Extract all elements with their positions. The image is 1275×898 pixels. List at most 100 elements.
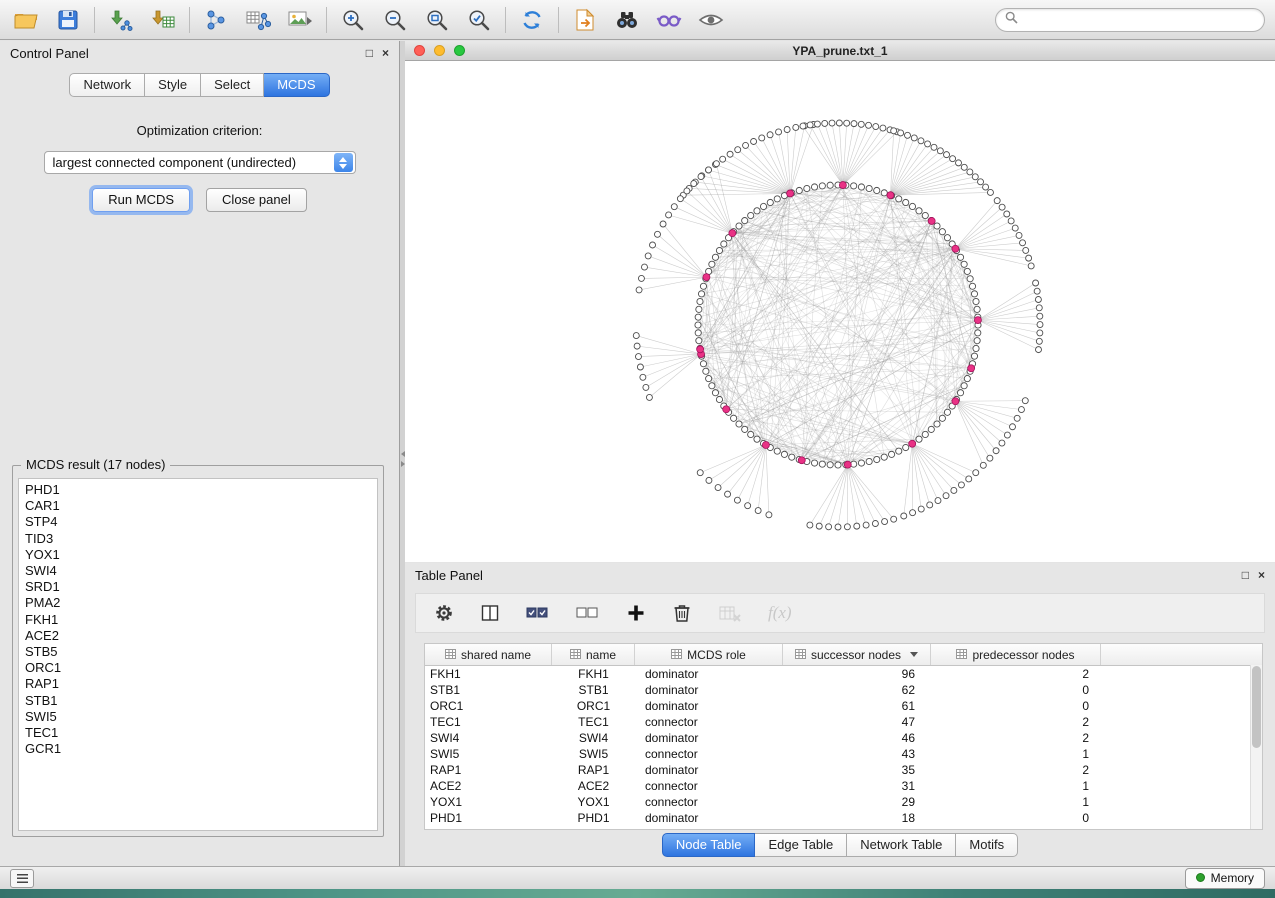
column-header-predecessor-nodes[interactable]: predecessor nodes bbox=[931, 644, 1101, 665]
function-builder-button[interactable]: f(x) bbox=[768, 603, 792, 623]
column-header-name[interactable]: name bbox=[552, 644, 635, 665]
column-header-MCDS-role[interactable]: MCDS role bbox=[635, 644, 783, 665]
table-row[interactable]: SWI4SWI4dominator462 bbox=[425, 730, 1262, 746]
close-panel-button[interactable]: Close panel bbox=[206, 188, 307, 212]
table-cell: ORC1 bbox=[552, 699, 635, 713]
memory-status-icon bbox=[1196, 873, 1205, 882]
search-input[interactable] bbox=[1024, 11, 1255, 28]
refresh-icon bbox=[520, 8, 544, 32]
tab-network-table[interactable]: Network Table bbox=[847, 833, 956, 857]
tab-node-table[interactable]: Node Table bbox=[662, 833, 756, 857]
show-hide-button[interactable] bbox=[695, 5, 727, 35]
table-cell: PHD1 bbox=[552, 811, 635, 825]
float-table-panel-icon[interactable]: □ bbox=[1242, 569, 1249, 581]
table-row[interactable]: SWI5SWI5connector431 bbox=[425, 746, 1262, 762]
table-panel-title: Table Panel bbox=[415, 568, 483, 583]
mcds-result-item[interactable]: SWI4 bbox=[25, 563, 377, 579]
column-header-shared-name[interactable]: shared name bbox=[425, 644, 552, 665]
node-table: shared namenameMCDS rolesuccessor nodesp… bbox=[424, 643, 1263, 830]
zoom-in-button[interactable] bbox=[337, 5, 369, 35]
mcds-result-item[interactable]: SRD1 bbox=[25, 579, 377, 595]
delete-table-button[interactable] bbox=[718, 603, 742, 623]
mcds-result-item[interactable]: STP4 bbox=[25, 514, 377, 530]
table-row[interactable]: FKH1FKH1dominator962 bbox=[425, 666, 1262, 682]
table-row[interactable]: ACE2ACE2connector311 bbox=[425, 778, 1262, 794]
toolbar-separator bbox=[558, 7, 559, 33]
mcds-result-item[interactable]: STB1 bbox=[25, 693, 377, 709]
network-canvas[interactable] bbox=[405, 61, 1275, 562]
zoom-fit-button[interactable] bbox=[421, 5, 453, 35]
import-network-file-button[interactable] bbox=[105, 5, 137, 35]
select-all-button[interactable] bbox=[526, 603, 550, 623]
unselect-all-button[interactable] bbox=[576, 603, 600, 623]
import-table-file-button[interactable] bbox=[147, 5, 179, 35]
tab-select[interactable]: Select bbox=[201, 73, 264, 97]
mcds-result-item[interactable]: CAR1 bbox=[25, 498, 377, 514]
clone-document-button[interactable] bbox=[569, 5, 601, 35]
table-row[interactable]: STB1STB1dominator620 bbox=[425, 682, 1262, 698]
mcds-result-item[interactable]: FKH1 bbox=[25, 612, 377, 628]
criterion-select[interactable]: largest connected component (undirected) bbox=[44, 151, 356, 174]
mcds-result-item[interactable]: TID3 bbox=[25, 531, 377, 547]
mcds-result-item[interactable]: PHD1 bbox=[25, 482, 377, 498]
graphics-details-button[interactable] bbox=[653, 5, 685, 35]
run-mcds-button[interactable]: Run MCDS bbox=[92, 188, 190, 212]
delete-column-button[interactable] bbox=[672, 602, 692, 624]
network-window-titlebar[interactable]: YPA_prune.txt_1 bbox=[405, 41, 1275, 61]
tab-style[interactable]: Style bbox=[145, 73, 201, 97]
table-cell: dominator bbox=[635, 683, 783, 697]
table-row[interactable]: ORC1ORC1dominator610 bbox=[425, 698, 1262, 714]
zoom-out-button[interactable] bbox=[379, 5, 411, 35]
mcds-result-item[interactable]: YOX1 bbox=[25, 547, 377, 563]
save-session-button[interactable] bbox=[52, 5, 84, 35]
table-row[interactable]: YOX1YOX1connector291 bbox=[425, 794, 1262, 810]
zoom-selected-button[interactable] bbox=[463, 5, 495, 35]
settings-gear-button[interactable] bbox=[434, 603, 454, 623]
new-network-button[interactable] bbox=[200, 5, 232, 35]
new-table-button[interactable] bbox=[242, 5, 274, 35]
memory-button[interactable]: Memory bbox=[1185, 868, 1265, 889]
toolbar-search[interactable] bbox=[995, 8, 1265, 32]
show-hide-icon bbox=[698, 8, 724, 32]
refresh-button[interactable] bbox=[516, 5, 548, 35]
table-vertical-scrollbar[interactable] bbox=[1250, 665, 1262, 829]
mcds-result-item[interactable]: GCR1 bbox=[25, 741, 377, 757]
table-cell: 35 bbox=[783, 763, 931, 777]
tab-edge-table[interactable]: Edge Table bbox=[755, 833, 847, 857]
sort-chevron-icon[interactable] bbox=[910, 652, 918, 657]
close-table-panel-icon[interactable]: × bbox=[1258, 569, 1265, 581]
tab-motifs[interactable]: Motifs bbox=[956, 833, 1018, 857]
find-button[interactable] bbox=[611, 5, 643, 35]
table-cell: ORC1 bbox=[425, 699, 552, 713]
import-network-file-icon bbox=[108, 8, 134, 32]
mcds-result-item[interactable]: SWI5 bbox=[25, 709, 377, 725]
table-row[interactable]: RAP1RAP1dominator352 bbox=[425, 762, 1262, 778]
mcds-result-list[interactable]: PHD1CAR1STP4TID3YOX1SWI4SRD1PMA2FKH1ACE2… bbox=[18, 478, 378, 831]
close-panel-icon[interactable]: × bbox=[382, 47, 389, 59]
add-column-button[interactable] bbox=[626, 603, 646, 623]
tab-network[interactable]: Network bbox=[69, 73, 145, 97]
table-panel: Table Panel □ × f(x) shared namenameMCDS… bbox=[405, 563, 1275, 866]
toolbar-separator bbox=[189, 7, 190, 33]
table-row[interactable]: PHD1PHD1dominator180 bbox=[425, 810, 1262, 826]
status-menu-button[interactable] bbox=[10, 869, 34, 888]
table-cell: PHD1 bbox=[425, 811, 552, 825]
mcds-result-item[interactable]: ACE2 bbox=[25, 628, 377, 644]
mcds-result-item[interactable]: TEC1 bbox=[25, 725, 377, 741]
column-header-successor-nodes[interactable]: successor nodes bbox=[783, 644, 931, 665]
table-cell: 18 bbox=[783, 811, 931, 825]
tab-mcds[interactable]: MCDS bbox=[264, 73, 329, 97]
table-row[interactable]: TEC1TEC1connector472 bbox=[425, 714, 1262, 730]
mcds-result-item[interactable]: ORC1 bbox=[25, 660, 377, 676]
mcds-result-item[interactable]: STB5 bbox=[25, 644, 377, 660]
table-cell: 0 bbox=[931, 683, 1101, 697]
open-session-button[interactable] bbox=[10, 5, 42, 35]
show-columns-button[interactable] bbox=[480, 603, 500, 623]
float-panel-icon[interactable]: □ bbox=[366, 47, 373, 59]
mcds-result-item[interactable]: PMA2 bbox=[25, 595, 377, 611]
main-toolbar bbox=[0, 0, 1275, 40]
mcds-result-item[interactable]: RAP1 bbox=[25, 676, 377, 692]
export-image-button[interactable] bbox=[284, 5, 316, 35]
scrollbar-thumb[interactable] bbox=[1252, 666, 1261, 748]
status-bar: Memory bbox=[0, 866, 1275, 889]
